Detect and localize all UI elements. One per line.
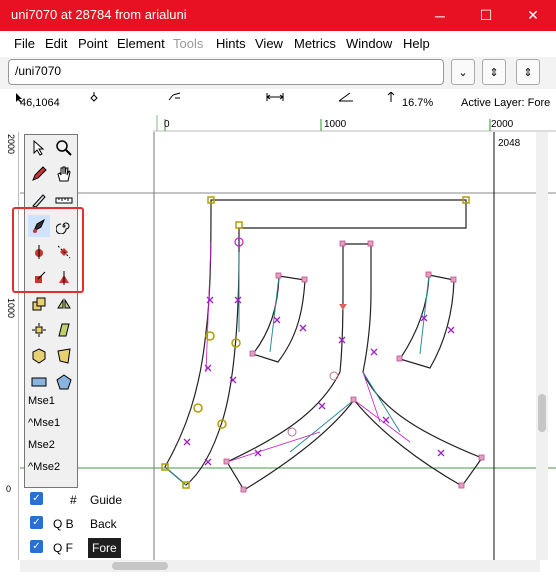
tool-palette: Mse1 ^Mse1 Mse2 ^Mse2 xyxy=(24,134,78,488)
magnify-tool[interactable] xyxy=(53,137,75,159)
3d-rotate-tool[interactable] xyxy=(28,345,50,367)
menu-metrics[interactable]: Metrics xyxy=(294,36,336,51)
pointer-tool[interactable] xyxy=(28,137,50,159)
minimize-button[interactable]: ─ xyxy=(417,0,463,31)
cube-icon xyxy=(32,348,46,364)
visibility-checkbox[interactable]: ✓ xyxy=(30,516,43,529)
ruler-label-0: 0 xyxy=(164,119,170,130)
maximize-button[interactable]: ☐ xyxy=(463,0,509,31)
visibility-checkbox[interactable]: ✓ xyxy=(30,492,43,505)
layer-guide[interactable]: ✓ # Guide xyxy=(24,488,126,510)
scroll-thumb[interactable] xyxy=(112,562,168,570)
zoom-indicator-icon xyxy=(387,92,395,102)
vertical-scrollbar[interactable] xyxy=(536,132,548,560)
freehand-tool[interactable] xyxy=(28,163,50,185)
menu-hints[interactable]: Hints xyxy=(216,36,246,51)
scale-icon xyxy=(32,297,46,311)
horizontal-ruler: 0 1000 2000 xyxy=(153,115,556,133)
pencil-icon xyxy=(32,166,47,181)
magnifier-icon xyxy=(56,140,72,156)
advance-width-label: 2048 xyxy=(498,138,521,149)
menu-tools: Tools xyxy=(173,36,204,51)
scroll-tool[interactable] xyxy=(53,163,75,185)
curve-tool-icon xyxy=(168,92,181,101)
mouse-binding-1: Mse1 xyxy=(28,395,55,407)
rectangle-tool[interactable] xyxy=(28,371,50,393)
window-title: uni7070 at 28784 from arialuni xyxy=(11,7,187,22)
flip-icon xyxy=(57,298,71,309)
layers-panel: ✓ # Guide ✓ Q B Back ✓ Q F Fore xyxy=(24,488,126,560)
perspective-tool[interactable] xyxy=(53,345,75,367)
up-down-icon: ⇕ xyxy=(489,66,499,79)
visibility-checkbox[interactable]: ✓ xyxy=(30,540,43,553)
scale-tool[interactable] xyxy=(28,293,50,315)
status-bar: 46,1064 16.7% Active Layer: Fore xyxy=(0,89,556,113)
menu-file[interactable]: File xyxy=(14,36,35,51)
chevron-down-icon: ⌄ xyxy=(458,66,468,79)
highlight-box xyxy=(12,207,84,293)
ruler-label-2000: 2000 xyxy=(491,119,514,130)
mouse-binding-ctrl-2: ^Mse2 xyxy=(28,461,61,473)
layer-name: Back xyxy=(90,517,117,531)
zoom-level: 16.7% xyxy=(402,97,434,109)
menu-element[interactable]: Element xyxy=(117,36,165,51)
angle-icon xyxy=(338,92,353,102)
ruler-label-v0: 0 xyxy=(6,484,12,494)
ruler-label-v1000: 1000 xyxy=(6,298,16,319)
point-icon xyxy=(90,92,98,102)
menu-edit[interactable]: Edit xyxy=(45,36,67,51)
cursor-coords: 46,1064 xyxy=(20,97,60,109)
menu-view[interactable]: View xyxy=(255,36,283,51)
title-bar: uni7070 at 28784 from arialuni ─ ☐ ✕ xyxy=(0,0,556,31)
polygon-tool[interactable] xyxy=(53,371,75,393)
skew-tool[interactable] xyxy=(53,319,75,341)
hand-icon xyxy=(57,166,71,182)
layer-flags: # xyxy=(70,493,77,507)
layer-flags: Q F xyxy=(53,541,73,555)
ruler-icon xyxy=(55,197,73,204)
pentagon-icon xyxy=(56,374,72,390)
skew-icon xyxy=(58,323,70,337)
layer-back[interactable]: ✓ Q B Back xyxy=(24,512,126,534)
dropdown-button[interactable]: ⌄ xyxy=(451,59,475,85)
active-layer: Active Layer: Fore xyxy=(461,97,551,109)
horizontal-scrollbar[interactable] xyxy=(20,560,540,572)
sort-button-2[interactable]: ⇕ xyxy=(516,59,540,85)
mouse-binding-2: Mse2 xyxy=(28,439,55,451)
perspective-icon xyxy=(57,348,71,364)
ruler-label-1000: 1000 xyxy=(324,119,347,130)
scroll-thumb[interactable] xyxy=(538,394,546,432)
flip-tool[interactable] xyxy=(53,293,75,315)
rotate-icon xyxy=(32,323,46,337)
glyph-name-input[interactable]: /uni7070 xyxy=(8,59,444,85)
menu-point[interactable]: Point xyxy=(78,36,108,51)
up-down-icon: ⇕ xyxy=(523,66,533,79)
layer-fore[interactable]: ✓ Q F Fore xyxy=(24,536,126,558)
arrow-icon xyxy=(33,140,45,156)
menu-bar: File Edit Point Element Tools Hints View… xyxy=(0,31,556,57)
width-icon xyxy=(266,93,284,101)
sort-button[interactable]: ⇕ xyxy=(482,59,506,85)
rotate-tool[interactable] xyxy=(28,319,50,341)
menu-window[interactable]: Window xyxy=(346,36,392,51)
rectangle-icon xyxy=(31,377,47,387)
layer-name: Guide xyxy=(90,493,123,507)
layer-name: Fore xyxy=(88,538,121,558)
address-bar: /uni7070 ⌄ ⇕ ⇕ xyxy=(0,57,556,90)
close-button[interactable]: ✕ xyxy=(510,0,556,31)
ruler-label-v2000: 2000 xyxy=(6,134,16,155)
mouse-binding-ctrl-1: ^Mse1 xyxy=(28,417,61,429)
knife-icon xyxy=(32,194,46,208)
vertical-ruler: 2000 1000 0 xyxy=(0,132,19,560)
layer-flags: Q B xyxy=(53,517,74,531)
menu-help[interactable]: Help xyxy=(403,36,430,51)
